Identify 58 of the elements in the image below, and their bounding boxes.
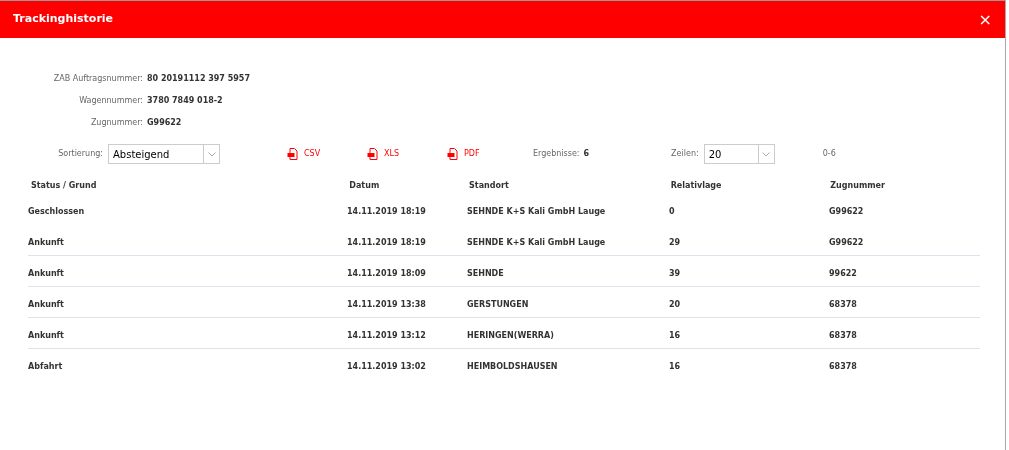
table-cell: G99622 [829, 237, 864, 247]
info-value: 80 20191112 397 5957 [147, 72, 250, 85]
table-cell: 14.11.2019 13:38 [347, 300, 426, 309]
table-cell: 68378 [829, 362, 857, 371]
info-value: 3780 7849 018-2 [147, 94, 223, 107]
table-cell: 20 [669, 300, 681, 309]
chevron-down-icon [762, 151, 771, 157]
table-cell: SEHNDE [467, 269, 504, 278]
column-header: Datum [349, 181, 380, 190]
info-label: Wagennummer: [78, 94, 143, 107]
table-cell: SEHNDE K+S Kali GmbH Lauge [467, 206, 606, 216]
table-cell: 14.11.2019 18:19 [347, 237, 426, 247]
column-header: Zugnummer [830, 181, 885, 190]
table-cell: 16 [669, 331, 681, 340]
export-link[interactable]: CSV [287, 148, 323, 160]
sort-select[interactable]: Absteigend [108, 144, 220, 164]
info-label: Zugnummer: [89, 116, 143, 129]
rows-label: Zeilen: [671, 148, 699, 160]
table-cell: Abfahrt [28, 362, 63, 371]
table-cell: Geschlossen [28, 206, 85, 216]
dialog-title: Trackinghistorie [13, 11, 114, 28]
table-cell: HEIMBOLDSHAUSEN [467, 362, 558, 371]
table-cell: Ankunft [28, 331, 64, 340]
range-text: 0-6 [822, 148, 836, 160]
chevron-down-icon [207, 151, 216, 157]
export-link[interactable]: PDF [447, 148, 483, 160]
table-cell: 14.11.2019 18:09 [347, 269, 426, 278]
rows-select[interactable]: 20 [703, 144, 775, 164]
file-icon [367, 148, 379, 160]
sort-label: Sortierung: [57, 148, 103, 160]
table-cell: 14.11.2019 18:19 [347, 206, 426, 216]
table-cell: HERINGEN(WERRA) [467, 331, 554, 340]
close-button[interactable]: × [978, 11, 992, 28]
table-cell: 14.11.2019 13:02 [347, 362, 426, 371]
table-cell: 16 [669, 362, 681, 371]
table-cell: 99622 [829, 269, 857, 278]
column-header: Status / Grund [31, 181, 97, 190]
table-cell: 29 [669, 237, 681, 247]
table-cell: Ankunft [28, 237, 64, 247]
info-label: ZAB Auftragsnummer: [52, 72, 143, 85]
file-icon [287, 148, 299, 160]
table-cell: 68378 [829, 331, 857, 340]
export-link[interactable]: XLS [367, 148, 403, 160]
column-header: Relativlage [670, 181, 722, 190]
column-header: Standort [469, 181, 509, 190]
info-value: G99622 [147, 116, 182, 129]
table-cell: SEHNDE K+S Kali GmbH Lauge [467, 237, 606, 247]
table-cell: 68378 [829, 300, 857, 309]
table-cell: 14.11.2019 13:12 [347, 331, 426, 340]
table-cell: 39 [669, 269, 681, 278]
results-value: 6 [583, 148, 590, 160]
table-cell: 0 [669, 206, 675, 216]
results-label: Ergebnisse: [533, 148, 580, 160]
table-cell: G99622 [829, 206, 864, 216]
table-cell: GERSTUNGEN [467, 300, 529, 309]
file-icon [447, 148, 459, 160]
table-cell: Ankunft [28, 269, 64, 278]
table-cell: Ankunft [28, 300, 64, 309]
